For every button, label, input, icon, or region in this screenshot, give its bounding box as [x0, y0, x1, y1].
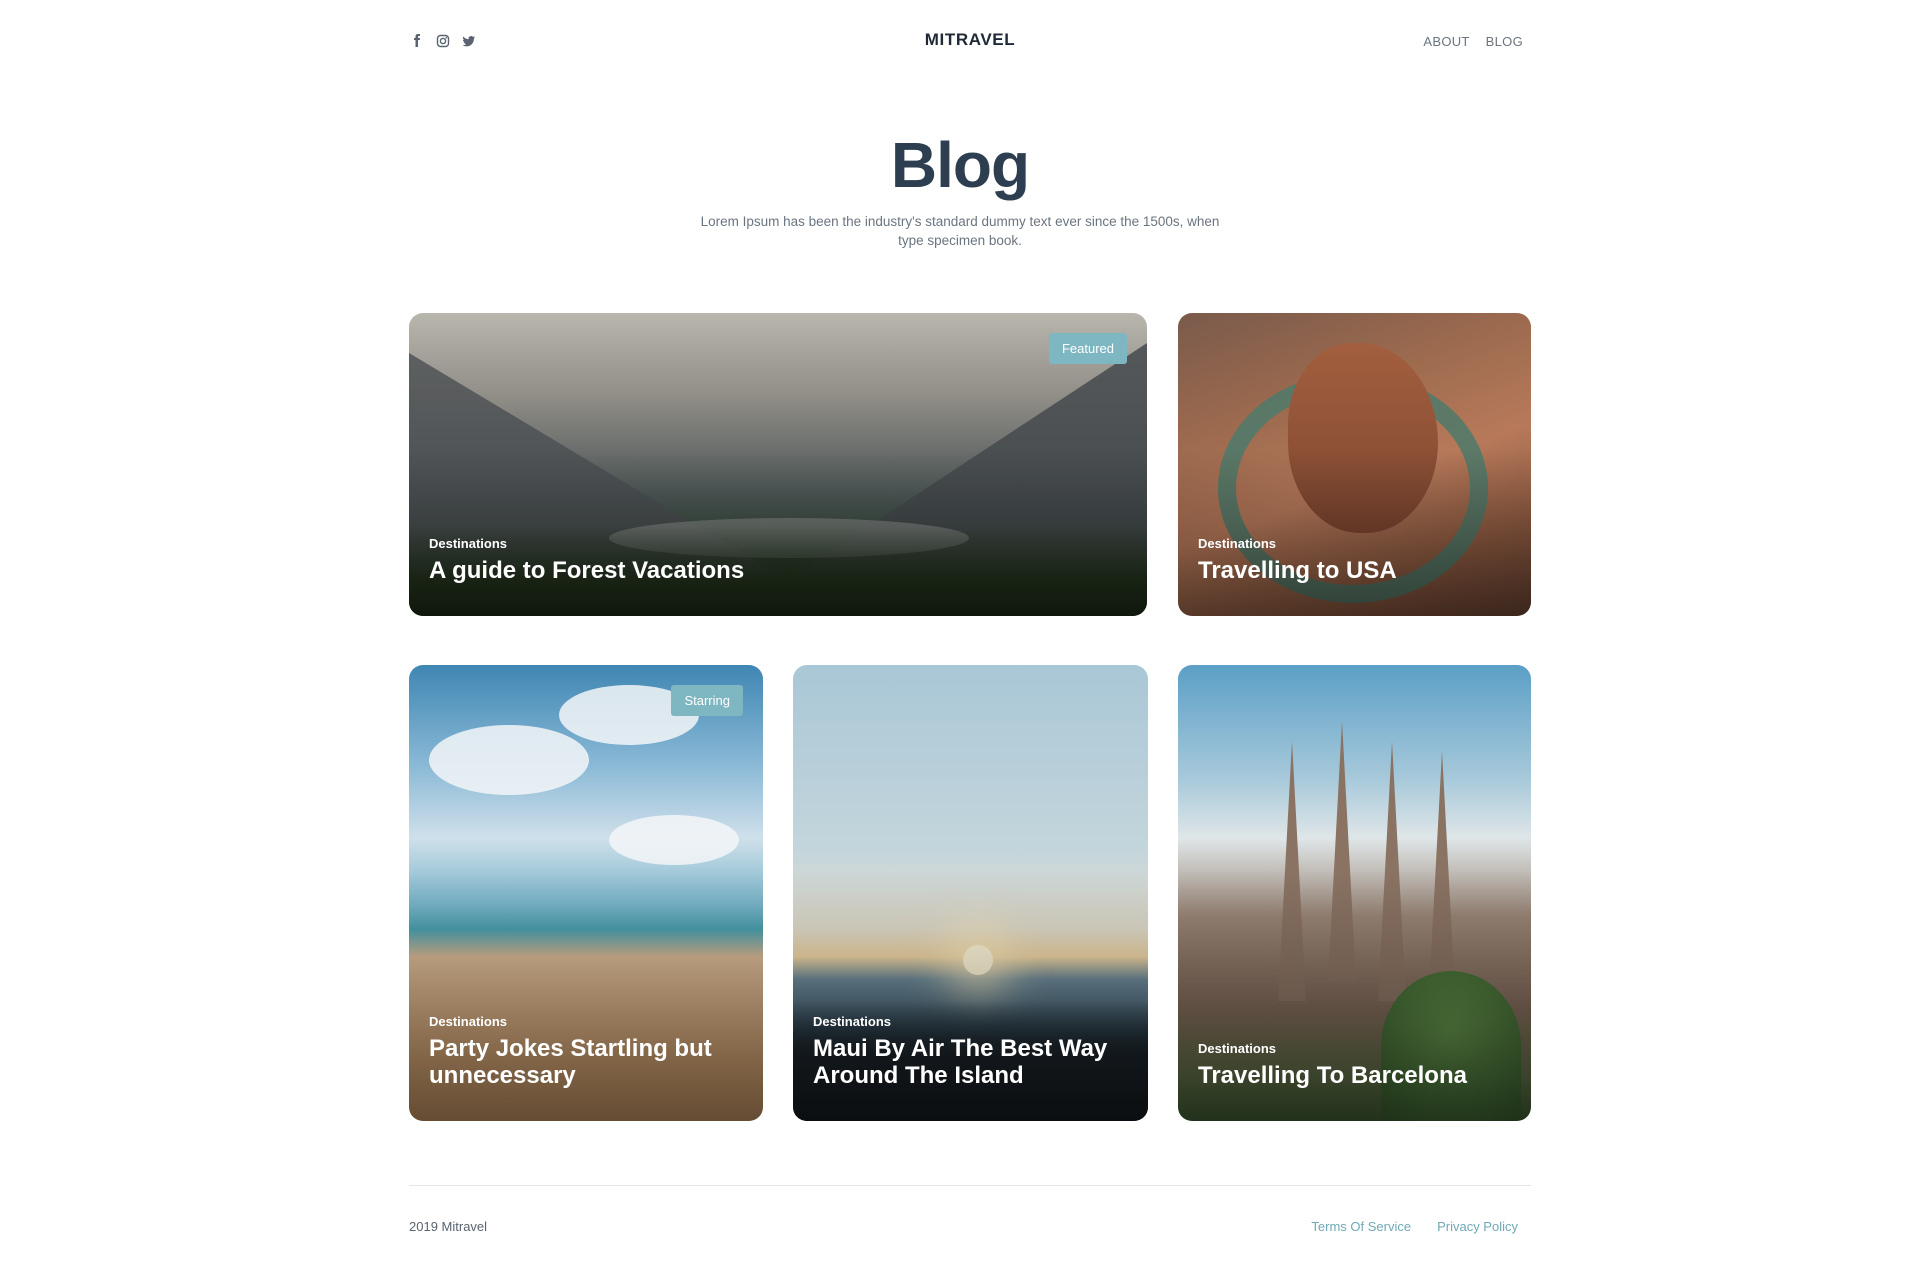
card-meta: Destinations Travelling To Barcelona: [1198, 1041, 1511, 1089]
card-title[interactable]: A guide to Forest Vacations: [429, 557, 1127, 584]
privacy-link[interactable]: Privacy Policy: [1437, 1219, 1518, 1234]
footer-links: Terms Of Service Privacy Policy: [1311, 1219, 1518, 1234]
page-subtitle: Lorem Ipsum has been the industry's stan…: [700, 214, 1220, 248]
nav-blog[interactable]: BLOG: [1486, 34, 1523, 49]
card-meta: Destinations Maui By Air The Best Way Ar…: [813, 1014, 1128, 1089]
card-meta: Destinations A guide to Forest Vacations: [429, 536, 1127, 584]
starring-badge: Starring: [671, 685, 743, 716]
card-title[interactable]: Party Jokes Startling but unnecessary: [429, 1035, 743, 1089]
post-card-barcelona[interactable]: Destinations Travelling To Barcelona: [1178, 665, 1531, 1121]
brand-logo[interactable]: MITRAVEL: [409, 30, 1531, 50]
post-card-party-jokes[interactable]: Starring Destinations Party Jokes Startl…: [409, 665, 763, 1121]
card-overlay: [409, 449, 1147, 616]
card-meta: Destinations Travelling to USA: [1198, 536, 1511, 584]
card-title[interactable]: Travelling to USA: [1198, 557, 1511, 584]
card-image-cloud: [609, 815, 739, 865]
card-category[interactable]: Destinations: [429, 536, 1127, 551]
card-category[interactable]: Destinations: [1198, 1041, 1511, 1056]
page-title: Blog: [890, 129, 1030, 201]
site-header: MITRAVEL ABOUT BLOG: [409, 28, 1531, 54]
post-card-usa[interactable]: Destinations Travelling to USA: [1178, 313, 1531, 616]
terms-link[interactable]: Terms Of Service: [1311, 1219, 1411, 1234]
post-card-forest[interactable]: Featured Destinations A guide to Forest …: [409, 313, 1147, 616]
hero: Blog Lorem Ipsum has been the industry's…: [0, 126, 1920, 250]
card-meta: Destinations Party Jokes Startling but u…: [429, 1014, 743, 1089]
card-category[interactable]: Destinations: [429, 1014, 743, 1029]
main-nav: ABOUT BLOG: [1423, 34, 1523, 49]
card-overlay: [1178, 449, 1531, 616]
nav-about[interactable]: ABOUT: [1423, 34, 1469, 49]
card-title[interactable]: Travelling To Barcelona: [1198, 1062, 1511, 1089]
post-card-maui[interactable]: Destinations Maui By Air The Best Way Ar…: [793, 665, 1148, 1121]
featured-badge: Featured: [1048, 333, 1127, 364]
card-category[interactable]: Destinations: [1198, 536, 1511, 551]
card-title[interactable]: Maui By Air The Best Way Around The Isla…: [813, 1035, 1128, 1089]
page: MITRAVEL ABOUT BLOG Blog Lorem Ipsum has…: [0, 0, 1920, 1278]
footer-divider: [409, 1185, 1531, 1186]
card-image-cloud: [429, 725, 589, 795]
copyright: 2019 Mitravel: [409, 1219, 488, 1234]
card-category[interactable]: Destinations: [813, 1014, 1128, 1029]
